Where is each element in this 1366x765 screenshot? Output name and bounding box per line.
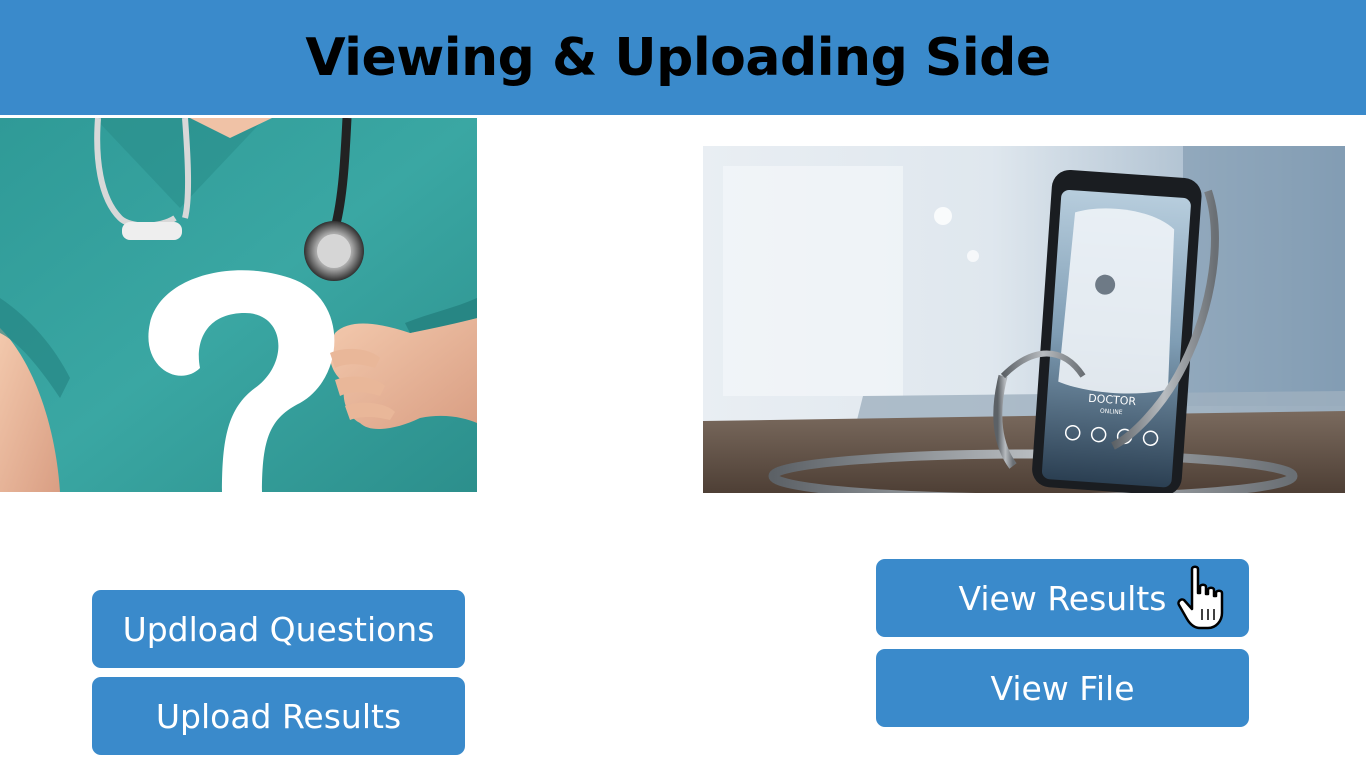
view-file-label: View File xyxy=(990,668,1135,708)
header-bar: Viewing & Uploading Side xyxy=(0,0,1366,115)
page-title: Viewing & Uploading Side xyxy=(305,27,1051,88)
nurse-question-mark-image xyxy=(0,118,477,492)
upload-results-label: Upload Results xyxy=(155,696,402,736)
upload-results-button[interactable]: Upload Results xyxy=(92,677,465,755)
upload-questions-button[interactable]: Updload Questions xyxy=(92,590,465,668)
view-results-label: View Results xyxy=(958,578,1167,618)
page: Viewing & Uploading Side DOCTOR ONLINE U… xyxy=(0,0,1366,765)
phone-doctor-online-image: DOCTOR ONLINE xyxy=(703,146,1345,493)
hand-pointer-icon xyxy=(1176,565,1228,633)
upload-questions-label: Updload Questions xyxy=(122,609,435,649)
view-file-button[interactable]: View File xyxy=(876,649,1249,727)
